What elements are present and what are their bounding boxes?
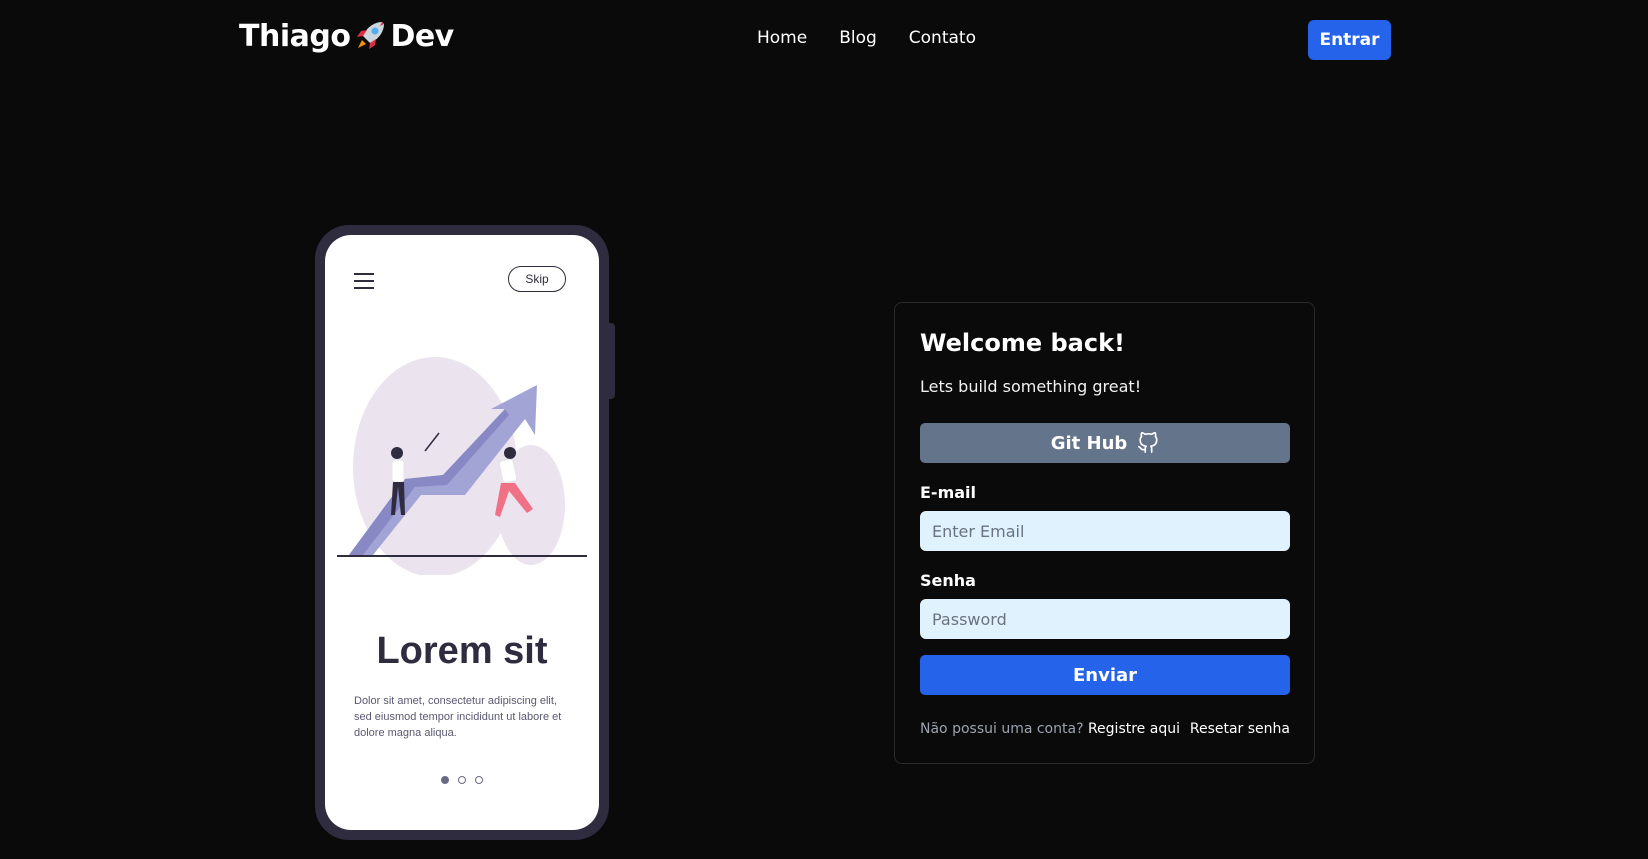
rocket-icon: [357, 22, 385, 49]
register-link[interactable]: Registre aqui: [1088, 721, 1180, 737]
pagination-dot-active: [441, 776, 449, 784]
no-account-text: Não possui uma conta?: [920, 721, 1084, 737]
email-input[interactable]: [920, 511, 1290, 551]
password-input[interactable]: [920, 599, 1290, 639]
pagination-dot: [475, 776, 483, 784]
github-login-button[interactable]: Git Hub: [920, 423, 1290, 463]
pagination-dots: [325, 776, 599, 784]
login-footer: Não possui uma conta? Registre aqui Rese…: [920, 721, 1290, 737]
site-logo[interactable]: Thiago Dev: [239, 18, 454, 54]
email-label: E-mail: [920, 483, 977, 502]
nav-blog[interactable]: Blog: [839, 28, 877, 48]
main-nav: Home Blog Contato: [757, 28, 976, 48]
phone-side-button: [609, 323, 615, 399]
submit-button[interactable]: Enviar: [920, 655, 1290, 695]
login-subtitle: Lets build something great!: [920, 377, 1142, 396]
logo-text-right: Dev: [390, 18, 454, 54]
onboarding-text: Dolor sit amet, consectetur adipiscing e…: [354, 695, 562, 739]
growth-chart-illustration: [337, 357, 587, 575]
skip-button: Skip: [508, 266, 566, 292]
nav-home[interactable]: Home: [757, 28, 807, 48]
onboarding-title: Lorem sit: [376, 630, 548, 672]
nav-contato[interactable]: Contato: [909, 28, 976, 48]
login-card: Welcome back! Lets build something great…: [894, 302, 1315, 764]
login-header-button[interactable]: Entrar: [1308, 20, 1391, 60]
pagination-dot: [458, 776, 466, 784]
reset-password-link[interactable]: Resetar senha: [1190, 721, 1290, 737]
logo-text-left: Thiago: [239, 18, 351, 54]
github-icon: [1138, 432, 1158, 453]
github-button-label: Git Hub: [1050, 432, 1128, 454]
phone-mockup: Skip Lorem sit Dolor sit amet, consectet…: [315, 225, 609, 840]
password-label: Senha: [920, 571, 976, 590]
phone-screen: Skip Lorem sit Dolor sit amet, consectet…: [325, 235, 599, 830]
hamburger-menu-icon: [354, 273, 374, 289]
login-title: Welcome back!: [920, 329, 1125, 357]
